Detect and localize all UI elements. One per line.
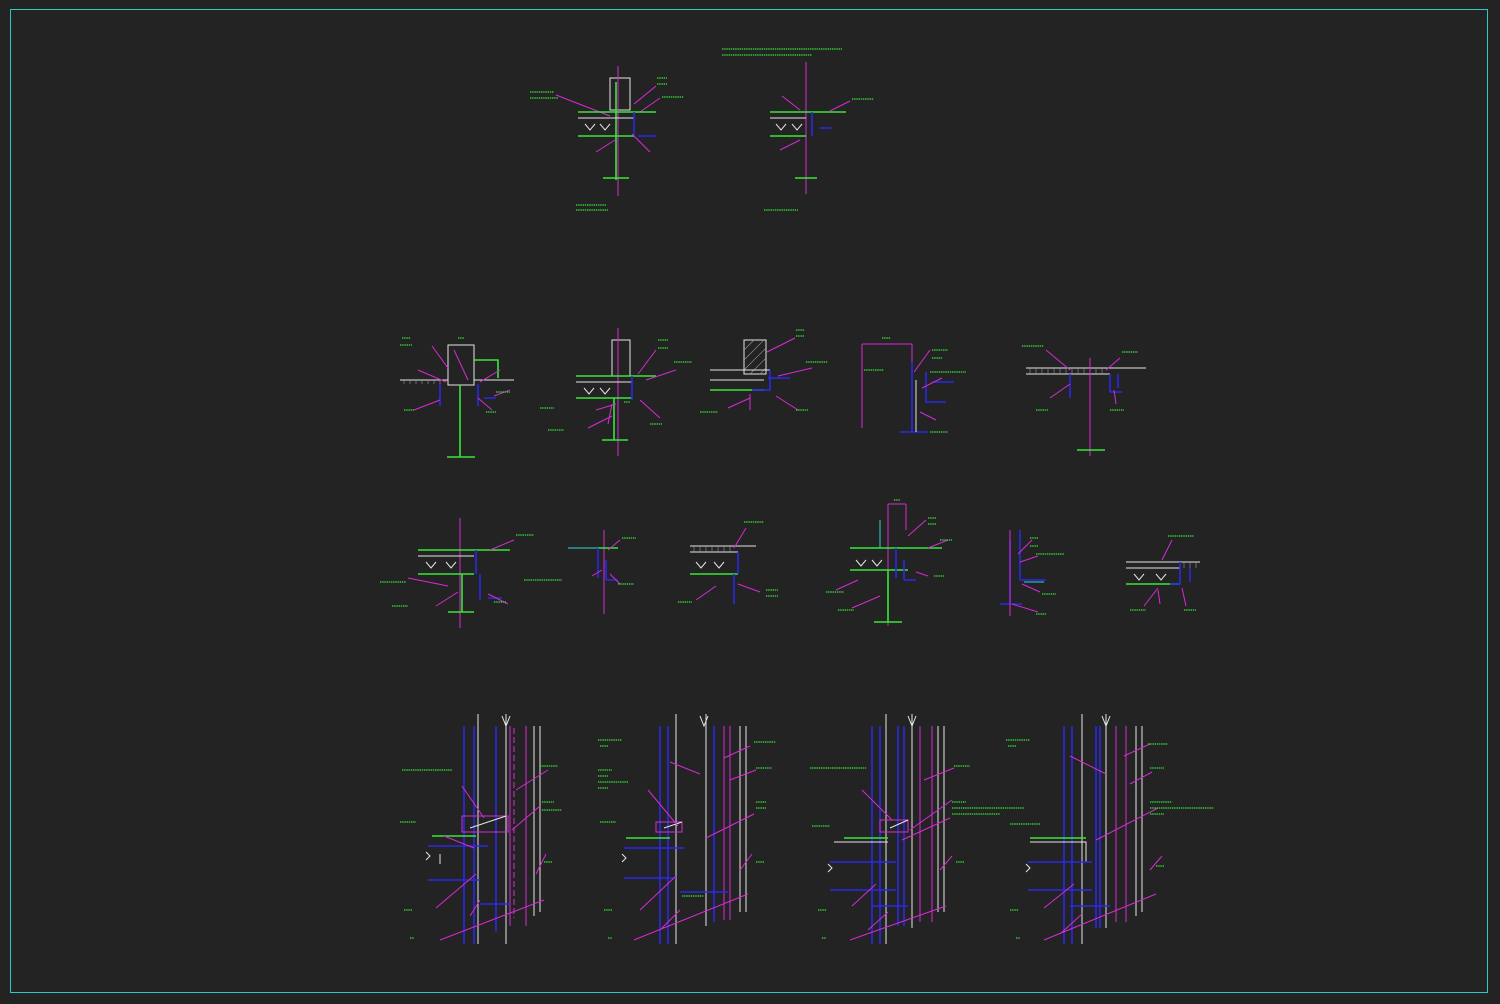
detail-row4-1[interactable] — [400, 714, 562, 944]
detail-row4-3[interactable] — [810, 714, 1024, 944]
detail-row2-5[interactable] — [1022, 345, 1146, 456]
detail-row4-2[interactable] — [598, 714, 776, 944]
cad-drawing-canvas — [380, 48, 1214, 944]
detail-row1-b[interactable] — [722, 48, 874, 211]
detail-row2-1[interactable] — [400, 337, 514, 458]
detail-row4-4[interactable] — [1006, 714, 1214, 944]
detail-row2-4[interactable] — [861, 337, 966, 433]
detail-row2-3[interactable] — [700, 329, 828, 413]
detail-row3-2[interactable] — [524, 530, 636, 614]
detail-row3-4[interactable] — [826, 499, 952, 626]
detail-row3-1[interactable] — [380, 518, 534, 628]
detail-row3-5[interactable] — [1000, 530, 1064, 616]
detail-row3-6[interactable] — [1126, 535, 1200, 611]
cad-drawing-viewport[interactable] — [0, 0, 1500, 1004]
detail-row2-2[interactable] — [540, 328, 692, 456]
detail-row1-a[interactable] — [530, 66, 684, 211]
detail-row3-3[interactable] — [678, 521, 778, 604]
